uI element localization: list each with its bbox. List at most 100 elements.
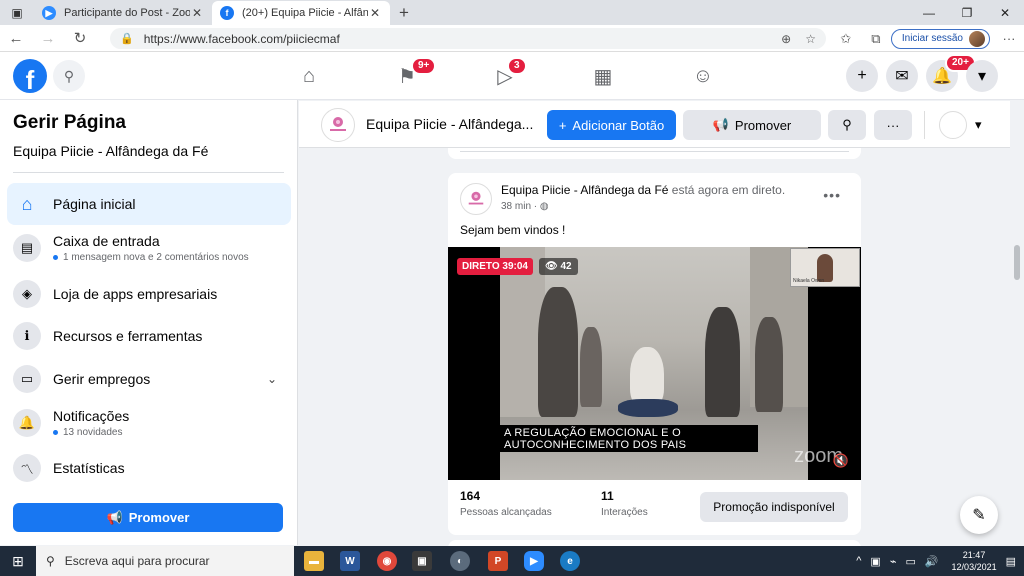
more-options-icon[interactable]: ···: [994, 31, 1024, 46]
volume-icon[interactable]: 🔊: [925, 555, 939, 568]
sidebar-page-name[interactable]: Equipa Piicie - Alfândega da Fé: [13, 143, 208, 159]
page-account-switcher[interactable]: ▾: [939, 110, 989, 140]
zoom-lens-icon[interactable]: ⊕: [781, 32, 791, 46]
close-tab-icon[interactable]: ✕: [368, 6, 382, 20]
page-name[interactable]: Equipa Piicie - Alfândega...: [366, 116, 533, 132]
post-author-name[interactable]: Equipa Piicie - Alfândega da Fé: [501, 183, 668, 197]
sidebar-item-label: Recursos e ferramentas: [53, 328, 203, 344]
sidebar-item-label: Caixa de entrada: [53, 233, 160, 249]
viewer-count-badge: 👁 42: [539, 258, 578, 275]
file-explorer-icon[interactable]: ▬: [304, 551, 324, 571]
url-field[interactable]: 🔒 https://www.facebook.com/piiciecmaf ⊕ …: [110, 28, 826, 49]
post-status: está agora em direto.: [671, 183, 786, 197]
app-icon[interactable]: ◐: [450, 551, 470, 571]
search-icon[interactable]: ⚲: [53, 60, 85, 92]
facebook-top-nav: f ⚲ ⌂ ⚑ 9+ ▷ 3 ▦ ☺ + ✉ 🔔 20+ ▾: [0, 52, 1024, 100]
tray-app-icon[interactable]: ▣: [870, 555, 880, 568]
flower-logo-icon: [468, 191, 484, 205]
signin-button[interactable]: Iniciar sessão: [890, 28, 990, 49]
browser-tab-facebook[interactable]: f (20+) Equipa Piicie - Alfândega d ✕: [212, 1, 390, 25]
zoom-app-icon[interactable]: ▶: [524, 551, 544, 571]
browser-tab-zoom[interactable]: ▶ Participante do Post - Zoom ✕: [34, 1, 212, 25]
post-timestamp[interactable]: 38 min · ◍: [501, 201, 549, 212]
windows-start-icon[interactable]: ⊞: [0, 546, 36, 576]
account-menu-chevron-icon[interactable]: ▾: [966, 60, 998, 92]
inbox-icon: ▤: [13, 234, 41, 262]
clock-time: 21:47: [962, 550, 986, 560]
facebook-logo-icon[interactable]: f: [13, 59, 47, 93]
clock[interactable]: 21:47 12/03/2021: [952, 549, 997, 573]
globe-icon: ◍: [539, 201, 549, 212]
sidebar-item-notifications[interactable]: 🔔 Notificações 13 novidades: [7, 402, 291, 444]
search-icon: ⚲: [46, 554, 55, 568]
promotion-unavailable-button[interactable]: Promoção indisponível: [700, 492, 848, 522]
marketplace-icon[interactable]: ▦: [589, 62, 617, 90]
post-more-icon[interactable]: •••: [823, 187, 841, 203]
add-button[interactable]: + Adicionar Botão: [547, 110, 676, 140]
display-icon[interactable]: ▭: [905, 555, 915, 568]
signin-label: Iniciar sessão: [901, 33, 963, 44]
page-scrollbar[interactable]: [1010, 100, 1024, 545]
sidebar-item-label: Loja de apps empresariais: [53, 286, 218, 302]
close-window-icon[interactable]: ✕: [986, 0, 1024, 25]
interactions-value: 11: [601, 489, 614, 503]
favorites-list-icon[interactable]: ✩: [831, 31, 861, 47]
favorite-star-icon[interactable]: ☆: [805, 32, 816, 46]
groups-icon[interactable]: ☺: [689, 62, 717, 90]
chrome-icon[interactable]: ◉: [377, 551, 397, 571]
edge-icon[interactable]: e: [560, 551, 580, 571]
sidebar-item-business-apps[interactable]: ◈ Loja de apps empresariais: [7, 273, 291, 315]
info-icon: ℹ: [13, 322, 41, 350]
forward-icon[interactable]: →: [32, 25, 64, 52]
sidebar-item-inbox[interactable]: ▤ Caixa de entrada 1 mensagem nova e 2 c…: [7, 227, 291, 269]
sidebar-item-note: 13 novidades: [53, 427, 129, 438]
sidebar-item-jobs[interactable]: ▭ Gerir empregos ⌄: [7, 358, 291, 400]
eye-icon: 👁: [545, 261, 558, 272]
sidebar-item-resources[interactable]: ℹ Recursos e ferramentas: [7, 315, 291, 357]
chevron-down-icon[interactable]: ⌄: [267, 372, 277, 386]
tab-title: (20+) Equipa Piicie - Alfândega d: [242, 7, 368, 19]
interactions-label: Interações: [601, 507, 648, 518]
create-plus-icon[interactable]: +: [846, 60, 878, 92]
action-center-icon[interactable]: ▤: [1006, 555, 1016, 568]
new-tab-button[interactable]: +: [390, 1, 418, 25]
scrollbar-thumb[interactable]: [1014, 245, 1020, 280]
speaker-name: Nikaela Owen: [793, 278, 825, 284]
word-icon[interactable]: W: [340, 551, 360, 571]
powerpoint-icon[interactable]: P: [488, 551, 508, 571]
mute-speaker-icon[interactable]: 🔇: [833, 453, 849, 469]
live-video-player[interactable]: DIRETO 39:04 👁 42 Nikaela Owen A REGULAÇ…: [448, 247, 861, 480]
post-author-avatar[interactable]: [460, 183, 492, 215]
pagebar-divider: [924, 111, 925, 139]
home-nav-icon[interactable]: ⌂: [295, 62, 323, 90]
sidebar-item-label: Estatísticas: [53, 460, 125, 476]
post-text: Sejam bem vindos !: [460, 223, 566, 237]
collections-icon[interactable]: ⧉: [861, 31, 891, 47]
logo-letter: f: [25, 65, 35, 93]
promote-button[interactable]: 📢 Promover: [13, 503, 283, 532]
plus-icon: +: [558, 117, 567, 133]
close-tab-icon[interactable]: ✕: [190, 6, 204, 20]
lock-icon[interactable]: 🔒: [120, 32, 134, 45]
page-search-icon[interactable]: ⚲: [828, 110, 866, 140]
restore-icon[interactable]: ❐: [948, 0, 986, 25]
back-icon[interactable]: ←: [0, 25, 32, 52]
tray-chevron-icon[interactable]: ^: [856, 555, 861, 567]
page-more-options-icon[interactable]: ···: [874, 110, 912, 140]
page-avatar[interactable]: [321, 108, 355, 142]
messenger-icon[interactable]: ✉: [886, 60, 918, 92]
network-icon[interactable]: ⌁: [890, 555, 897, 568]
page-mini-avatar: [939, 111, 967, 139]
post-header: Equipa Piicie - Alfândega da Fé está ago…: [501, 183, 785, 197]
promote-page-label: Promover: [734, 117, 792, 133]
sidebar-item-home[interactable]: ⌂ Página inicial: [7, 183, 291, 225]
minimize-icon[interactable]: —: [910, 0, 948, 25]
new-message-icon[interactable]: ✎: [960, 496, 998, 534]
refresh-icon[interactable]: ↻: [64, 25, 96, 52]
sidebar-item-insights[interactable]: 〽 Estatísticas: [7, 447, 291, 489]
interactions-stat: 11 Interações: [601, 489, 648, 518]
promote-page-button[interactable]: 📢 Promover: [683, 110, 821, 140]
app-icon[interactable]: ▣: [412, 551, 432, 571]
tab-actions-icon[interactable]: ▣: [0, 0, 34, 25]
taskbar-search-box[interactable]: ⚲ Escreva aqui para procurar: [36, 546, 294, 576]
